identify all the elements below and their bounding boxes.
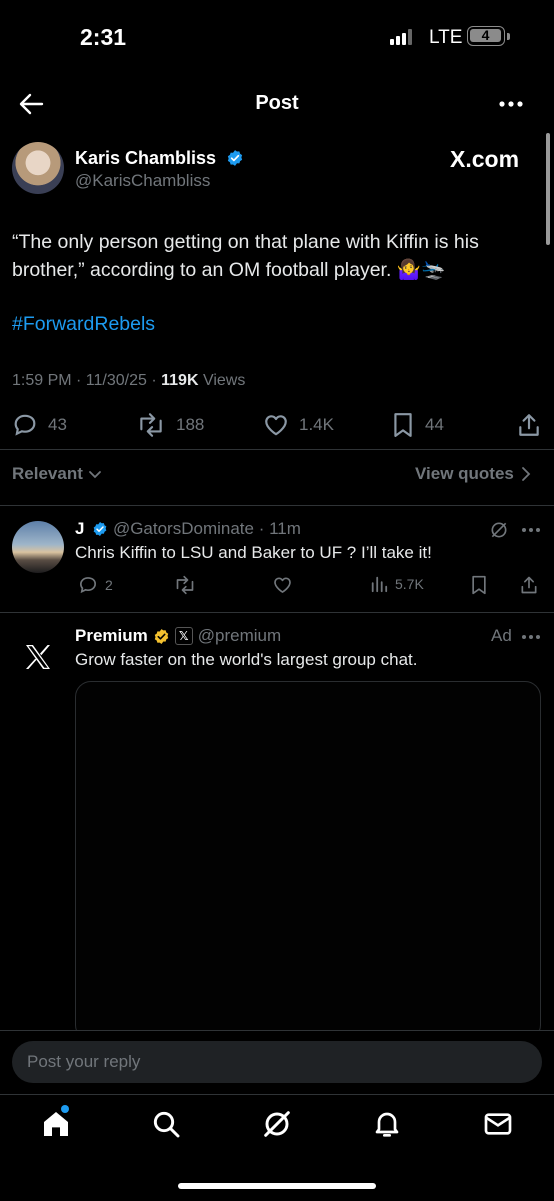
divider xyxy=(0,449,554,450)
author-handle[interactable]: @KarisChambliss xyxy=(75,171,210,191)
ad-author-name[interactable]: Premium xyxy=(75,626,148,646)
verified-badge-icon xyxy=(92,521,108,537)
heart-icon xyxy=(265,415,287,436)
tab-messages[interactable] xyxy=(482,1108,514,1140)
ad-more-button[interactable] xyxy=(521,633,541,641)
ad-media[interactable] xyxy=(75,681,541,1041)
reply-avatar[interactable] xyxy=(12,521,64,573)
repost-icon xyxy=(140,413,162,437)
author-name-row[interactable]: Karis Chambliss xyxy=(75,148,244,169)
search-icon xyxy=(153,1111,180,1138)
divider xyxy=(0,505,554,506)
view-quotes-link[interactable]: View quotes xyxy=(415,464,532,484)
reply-text: Chris Kiffin to LSU and Baker to UF ? I’… xyxy=(75,543,432,562)
divider xyxy=(0,612,554,613)
chevron-down-icon xyxy=(88,471,101,479)
ad-author-handle[interactable]: @premium xyxy=(198,626,281,646)
analytics-icon xyxy=(371,576,388,593)
reply-author-name[interactable]: J xyxy=(75,519,84,538)
repost-count: 188 xyxy=(176,415,205,434)
mail-icon xyxy=(484,1113,512,1135)
like-button[interactable]: 1.4K xyxy=(263,412,334,438)
reply-repost-button[interactable] xyxy=(173,575,197,595)
tab-home[interactable] xyxy=(40,1108,72,1140)
battery-nub xyxy=(507,33,510,40)
tab-notifications[interactable] xyxy=(371,1108,403,1140)
reply-bookmark-button[interactable] xyxy=(470,575,488,595)
sort-dropdown[interactable]: Relevant xyxy=(12,464,103,484)
views-count: 119K xyxy=(161,372,199,389)
heart-icon xyxy=(274,577,291,593)
hashtag-link[interactable]: #ForwardRebels xyxy=(12,313,155,336)
tab-explore[interactable] xyxy=(150,1108,182,1140)
views-label: Views xyxy=(198,372,246,389)
more-icon xyxy=(522,528,540,532)
share-icon xyxy=(519,414,539,436)
more-icon xyxy=(499,101,523,107)
post-text: “The only person getting on that plane w… xyxy=(12,231,479,281)
bookmark-count: 44 xyxy=(425,415,444,434)
reply-time: · 11m xyxy=(253,519,301,538)
verified-badge-icon xyxy=(226,149,244,167)
scrollbar[interactable] xyxy=(546,133,550,245)
comment-icon xyxy=(79,577,97,594)
bookmark-icon xyxy=(472,575,486,595)
reply-author-handle[interactable]: @GatorsDominate xyxy=(113,519,254,538)
ad-header[interactable]: Premium 𝕏 @premium xyxy=(75,626,281,646)
share-button[interactable] xyxy=(516,412,542,438)
reply-input[interactable]: Post your reply xyxy=(12,1041,542,1083)
grok-icon xyxy=(264,1111,290,1137)
reply-more-button[interactable] xyxy=(521,526,541,534)
home-indicator[interactable] xyxy=(178,1183,376,1189)
ad-label: Ad xyxy=(491,626,512,645)
author-name[interactable]: Karis Chambliss xyxy=(75,148,216,168)
reply-views-button[interactable]: 5.7K xyxy=(370,575,424,593)
reply-count: 43 xyxy=(48,415,67,434)
reply-like-button[interactable] xyxy=(272,575,293,595)
battery-level: 4 xyxy=(470,28,501,42)
view-quotes-label: View quotes xyxy=(415,464,514,483)
brand-watermark: X.com xyxy=(450,146,520,172)
grok-icon xyxy=(491,522,507,538)
chevron-right-icon xyxy=(521,467,531,481)
bookmark-icon xyxy=(394,413,412,437)
gold-verified-badge-icon xyxy=(153,628,170,645)
ad-text: Grow faster on the world's largest group… xyxy=(75,650,418,669)
tab-grok[interactable] xyxy=(261,1108,293,1140)
signal-icon xyxy=(390,29,416,45)
bell-icon xyxy=(375,1112,399,1137)
x-logo-icon[interactable] xyxy=(22,641,54,673)
page-title: Post xyxy=(255,92,299,114)
reply-views-count: 5.7K xyxy=(395,576,424,592)
share-icon xyxy=(521,576,537,594)
home-notification-dot xyxy=(61,1105,69,1113)
comment-icon xyxy=(14,414,36,436)
reply-share-button[interactable] xyxy=(519,575,539,595)
like-count: 1.4K xyxy=(299,415,334,434)
post-meta: 1:59 PM · 11/30/25 · 119K Views xyxy=(12,372,245,390)
x-affiliate-badge-icon: 𝕏 xyxy=(174,627,193,645)
repost-icon xyxy=(176,575,194,595)
reply-button[interactable]: 43 xyxy=(12,412,67,438)
battery-icon: 4 xyxy=(467,26,505,46)
status-time: 2:31 xyxy=(80,24,127,50)
author-avatar[interactable] xyxy=(12,142,64,194)
network-type: LTE xyxy=(429,27,463,48)
reply-header[interactable]: J @GatorsDominate · 11m xyxy=(75,519,301,539)
post-timestamp: 1:59 PM · 11/30/25 · xyxy=(12,372,162,389)
home-icon xyxy=(44,1112,68,1136)
repost-button[interactable]: 188 xyxy=(136,412,204,438)
reply-reply-button[interactable]: 2 xyxy=(78,575,113,595)
grok-button[interactable] xyxy=(489,520,509,540)
more-icon xyxy=(522,635,540,639)
sort-label: Relevant xyxy=(12,464,83,483)
bookmark-button[interactable]: 44 xyxy=(391,412,444,438)
reply-reply-count: 2 xyxy=(105,577,113,593)
more-options-button[interactable] xyxy=(498,96,524,112)
